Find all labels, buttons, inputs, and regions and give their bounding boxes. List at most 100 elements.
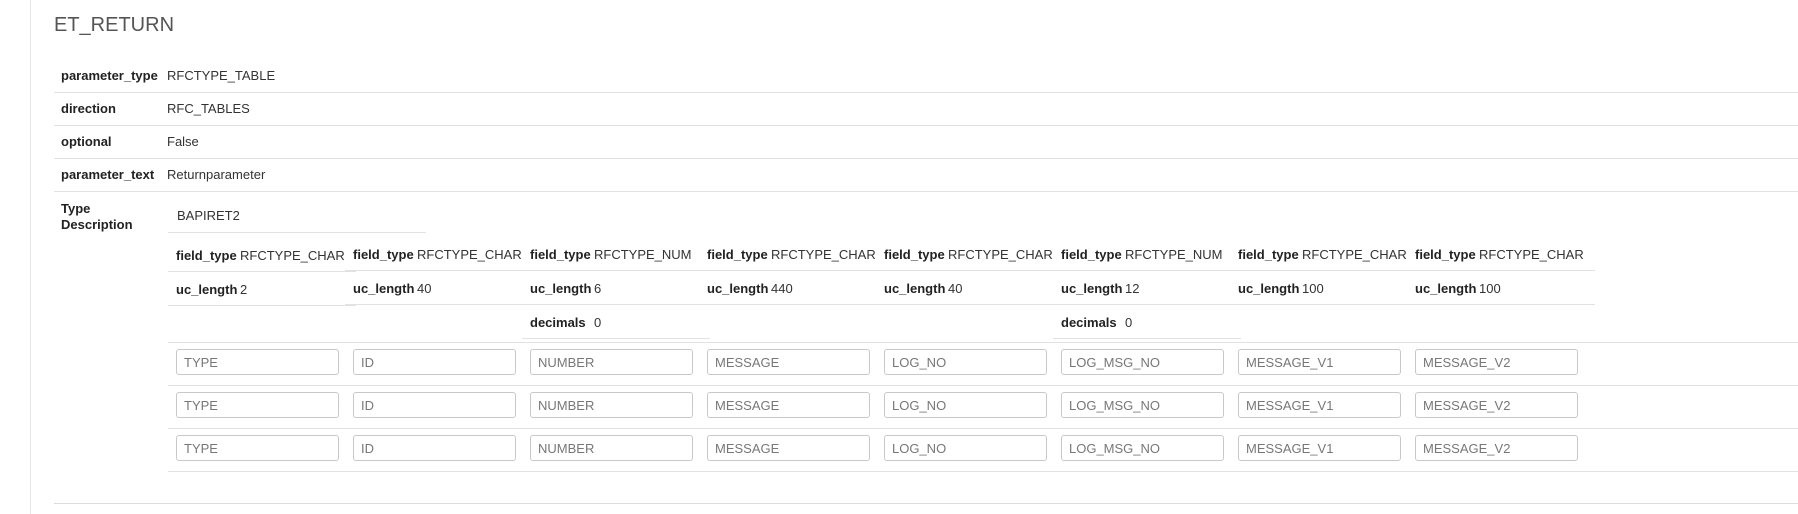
field-attribute-value: RFCTYPE_CHAR bbox=[771, 247, 876, 262]
message-input[interactable] bbox=[707, 392, 870, 418]
field-attribute-key: field_type bbox=[1415, 247, 1476, 262]
field-definition-column: field_type RFCTYPE_CHAR uc_length 40 bbox=[876, 237, 1064, 305]
number-input[interactable] bbox=[530, 392, 693, 418]
field-attribute-value: RFCTYPE_NUM bbox=[594, 247, 692, 262]
type-input[interactable] bbox=[176, 435, 339, 461]
divider bbox=[54, 503, 1798, 504]
field-definition-column: field_type RFCTYPE_NUM uc_length 6 decimals 0 bbox=[522, 237, 710, 339]
field-definition-column: field_type RFCTYPE_CHAR uc_length 2 bbox=[168, 238, 356, 306]
field-attribute-value: 40 bbox=[948, 281, 963, 296]
field-attribute-key: uc_length bbox=[1061, 281, 1123, 296]
field-attribute-row: decimals 0 bbox=[1053, 305, 1241, 339]
field-definitions: field_type RFCTYPE_CHAR uc_length 2 field_ty… bbox=[168, 238, 1798, 343]
message-input[interactable] bbox=[707, 349, 870, 375]
field-attribute-row: uc_length 6 bbox=[522, 271, 710, 305]
type-name: BAPIRET2 bbox=[177, 208, 240, 223]
field-attribute-row: field_type RFCTYPE_CHAR bbox=[345, 237, 533, 271]
field-attribute-value: 100 bbox=[1479, 281, 1501, 296]
param-key: direction bbox=[61, 101, 116, 116]
number-input[interactable] bbox=[530, 349, 693, 375]
type-input[interactable] bbox=[176, 349, 339, 375]
field-attribute-value: 12 bbox=[1125, 281, 1140, 296]
field-attribute-key: uc_length bbox=[530, 281, 592, 296]
id-input[interactable] bbox=[353, 392, 516, 418]
message-v2-input[interactable] bbox=[1415, 392, 1578, 418]
type-description-label: Type Description bbox=[61, 201, 133, 232]
log-no-input[interactable] bbox=[884, 435, 1047, 461]
field-attribute-key: uc_length bbox=[1415, 281, 1477, 296]
input-row bbox=[168, 343, 1798, 386]
input-row bbox=[168, 429, 1798, 472]
param-row: parameter_text Returnparameter bbox=[54, 158, 1798, 191]
param-value: Returnparameter bbox=[167, 167, 266, 182]
field-attribute-value: RFCTYPE_CHAR bbox=[948, 247, 1053, 262]
number-input[interactable] bbox=[530, 435, 693, 461]
field-attribute-row: uc_length 40 bbox=[345, 271, 533, 305]
field-attribute-key: uc_length bbox=[353, 281, 415, 296]
field-attribute-row: field_type RFCTYPE_CHAR bbox=[1230, 237, 1418, 271]
field-definition-column: field_type RFCTYPE_CHAR uc_length 440 bbox=[699, 237, 887, 305]
field-attribute-row: uc_length 440 bbox=[699, 271, 887, 305]
field-attribute-value: 2 bbox=[240, 282, 248, 297]
param-value: False bbox=[167, 134, 199, 149]
section-title: ET_RETURN bbox=[54, 14, 175, 36]
param-key: parameter_text bbox=[61, 167, 155, 182]
param-key: parameter_type bbox=[61, 67, 158, 83]
log-msg-no-input[interactable] bbox=[1061, 392, 1224, 418]
log-no-input[interactable] bbox=[884, 392, 1047, 418]
field-attribute-value: 100 bbox=[1302, 281, 1324, 296]
field-attribute-key: field_type bbox=[1238, 247, 1299, 262]
id-input[interactable] bbox=[353, 349, 516, 375]
parameter-table: parameter_type RFCTYPE_TABLE direction R… bbox=[54, 59, 1798, 192]
field-attribute-value: RFCTYPE_CHAR bbox=[1479, 247, 1584, 262]
message-v1-input[interactable] bbox=[1238, 349, 1401, 375]
field-definition-column: field_type RFCTYPE_CHAR uc_length 40 bbox=[345, 237, 533, 305]
message-input[interactable] bbox=[707, 435, 870, 461]
id-input[interactable] bbox=[353, 435, 516, 461]
field-attribute-row: uc_length 2 bbox=[168, 272, 356, 306]
field-attribute-key: field_type bbox=[530, 247, 591, 262]
field-attribute-value: 440 bbox=[771, 281, 793, 296]
field-attribute-key: field_type bbox=[353, 247, 414, 262]
field-definition-column: field_type RFCTYPE_CHAR uc_length 100 bbox=[1407, 237, 1595, 305]
field-attribute-value: RFCTYPE_CHAR bbox=[240, 248, 345, 263]
field-attribute-row: uc_length 100 bbox=[1407, 271, 1595, 305]
input-row bbox=[168, 386, 1798, 429]
field-attribute-value: 6 bbox=[594, 281, 602, 296]
field-attribute-key: field_type bbox=[707, 247, 768, 262]
field-attribute-key: field_type bbox=[1061, 247, 1122, 262]
field-attribute-row: uc_length 100 bbox=[1230, 271, 1418, 305]
message-v1-input[interactable] bbox=[1238, 392, 1401, 418]
field-attribute-value: RFCTYPE_NUM bbox=[1125, 247, 1223, 262]
field-attribute-key: uc_length bbox=[1238, 281, 1300, 296]
field-attribute-row: field_type RFCTYPE_CHAR bbox=[168, 238, 356, 272]
param-value: RFCTYPE_TABLE bbox=[167, 67, 276, 83]
field-attribute-key: decimals bbox=[530, 315, 586, 330]
field-attribute-value: 0 bbox=[594, 315, 602, 330]
field-attribute-row: field_type RFCTYPE_CHAR bbox=[699, 237, 887, 271]
field-attribute-value: 0 bbox=[1125, 315, 1133, 330]
field-attribute-value: RFCTYPE_CHAR bbox=[1302, 247, 1407, 262]
field-attribute-row: field_type RFCTYPE_NUM bbox=[522, 237, 710, 271]
field-definition-column: field_type RFCTYPE_NUM uc_length 12 decimals… bbox=[1053, 237, 1241, 339]
param-row: optional False bbox=[54, 125, 1798, 158]
field-attribute-row: field_type RFCTYPE_NUM bbox=[1053, 237, 1241, 271]
log-msg-no-input[interactable] bbox=[1061, 349, 1224, 375]
message-v2-input[interactable] bbox=[1415, 435, 1578, 461]
field-attribute-key: field_type bbox=[884, 247, 945, 262]
type-input[interactable] bbox=[176, 392, 339, 418]
field-attribute-key: uc_length bbox=[707, 281, 769, 296]
message-v1-input[interactable] bbox=[1238, 435, 1401, 461]
param-row: parameter_type RFCTYPE_TABLE bbox=[54, 59, 1798, 92]
left-rail bbox=[30, 0, 31, 514]
field-attribute-row: decimals 0 bbox=[522, 305, 710, 339]
log-no-input[interactable] bbox=[884, 349, 1047, 375]
field-attribute-row: field_type RFCTYPE_CHAR bbox=[1407, 237, 1595, 271]
message-v2-input[interactable] bbox=[1415, 349, 1578, 375]
field-attribute-row: uc_length 12 bbox=[1053, 271, 1241, 305]
param-row: direction RFC_TABLES bbox=[54, 92, 1798, 125]
field-attribute-key: uc_length bbox=[176, 282, 238, 297]
divider bbox=[168, 232, 426, 233]
log-msg-no-input[interactable] bbox=[1061, 435, 1224, 461]
field-definition-column: field_type RFCTYPE_CHAR uc_length 100 bbox=[1230, 237, 1418, 305]
